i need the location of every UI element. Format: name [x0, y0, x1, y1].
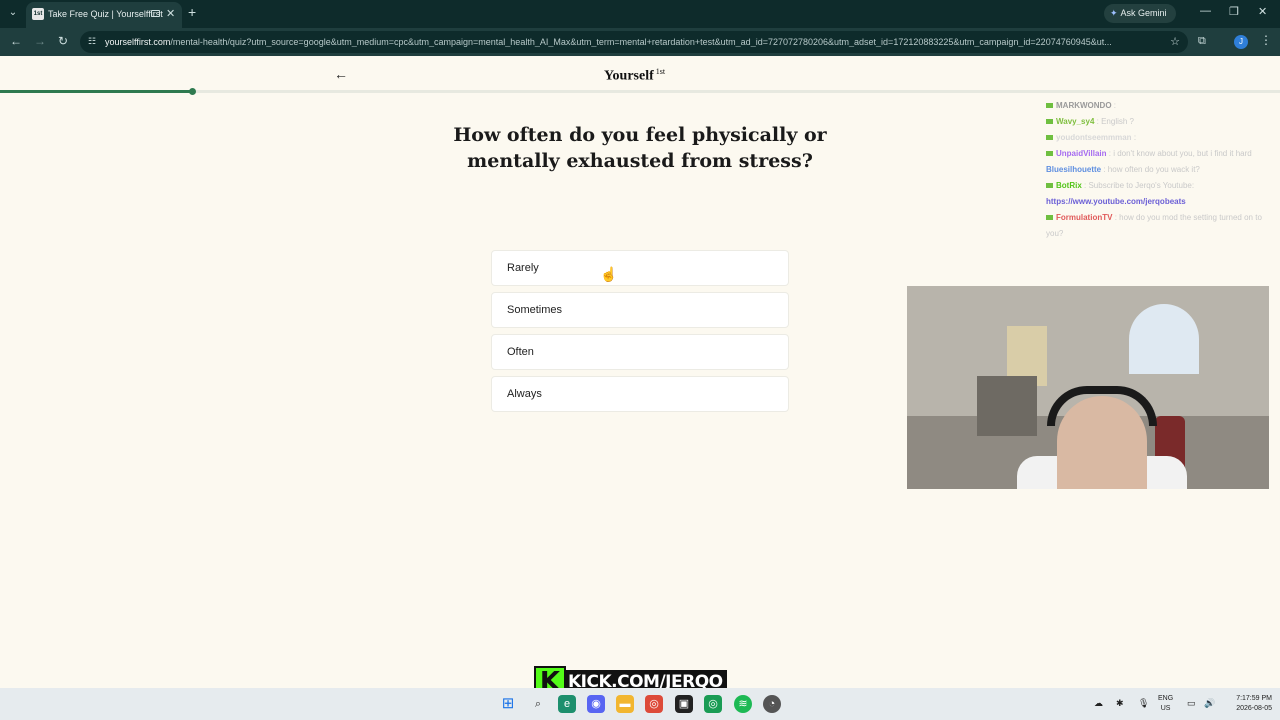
edge-icon[interactable]: e — [558, 695, 576, 713]
onedrive-icon[interactable]: ☁ — [1094, 698, 1103, 709]
chat-badge-icon — [1046, 135, 1053, 141]
volume-icon[interactable]: 🔊 — [1204, 698, 1215, 709]
option-sometimes[interactable]: Sometimes — [491, 292, 789, 328]
tray-app-icon[interactable]: ✱ — [1116, 698, 1124, 709]
chrome-icon[interactable]: ◎ — [645, 695, 663, 713]
language-indicator[interactable]: ENG US — [1158, 694, 1173, 714]
window-close-icon[interactable]: ✕ — [1258, 5, 1267, 18]
forward-icon[interactable]: → — [34, 34, 46, 48]
discord-icon[interactable]: ◉ — [587, 695, 605, 713]
chat-link: https://www.youtube.com/jerqobeats — [1046, 197, 1186, 206]
hand-cursor-icon: ☝ — [600, 266, 618, 282]
minimize-icon[interactable]: — — [1200, 5, 1211, 17]
reload-icon[interactable]: ↻ — [58, 34, 68, 48]
menu-kebab-icon[interactable]: ⋮ — [1260, 33, 1272, 47]
stream-chat-overlay: MARKWONDO : Wavy_sy4 : English ? youdont… — [1046, 98, 1280, 242]
webcam-window — [1129, 304, 1199, 374]
search-icon[interactable]: ⌕ — [529, 695, 547, 713]
windows-taskbar: ⊞ ⌕ e ◉ ▬ ◎ ▣ ◎ ≋ ◔ ☁ ✱ 🎙 ENG US ▭ 🔊 7:17… — [0, 688, 1280, 720]
progress-indicator — [189, 88, 196, 95]
microphone-icon[interactable]: 🎙 — [1138, 698, 1149, 709]
extensions-icon[interactable]: ⧉ — [1198, 35, 1206, 48]
tab-title: Take Free Quiz | Yourselffirst — [48, 9, 163, 19]
browser-toolbar: ← → ↻ ☷ yourselffirst.com/mental-health/… — [0, 28, 1280, 56]
option-often[interactable]: Often — [491, 334, 789, 370]
chat-message: Wavy_sy4 : English ? — [1046, 114, 1280, 130]
chat-badge-icon — [1046, 215, 1053, 221]
chat-badge-icon — [1046, 103, 1053, 109]
chat-message: UnpaidVillain : i don't know about you, … — [1046, 146, 1280, 162]
chat-message: MARKWONDO : — [1046, 98, 1280, 114]
gemini-icon: ✦ — [1110, 8, 1118, 18]
voicemod-icon[interactable]: ▣ — [675, 695, 693, 713]
browser-tabbar: ⌄ 1st Take Free Quiz | Yourselffirst ✕ +… — [0, 0, 1280, 28]
progress-fill — [0, 90, 192, 93]
chat-badge-icon — [1046, 183, 1053, 189]
bookmark-star-icon[interactable]: ☆ — [1170, 35, 1180, 48]
tab-active[interactable]: 1st Take Free Quiz | Yourselffirst ✕ — [26, 2, 182, 28]
tab-close-icon[interactable]: ✕ — [166, 7, 175, 20]
chat-message: FormulationTV : how do you mod the setti… — [1046, 210, 1280, 226]
restore-icon[interactable]: ❐ — [1229, 5, 1239, 18]
webcam-stairs — [977, 376, 1037, 436]
chat-message: BotRix : Subscribe to Jerqo's Youtube: — [1046, 178, 1280, 194]
site-info-icon[interactable]: ☷ — [88, 36, 96, 47]
answer-options: Rarely Sometimes Often Always — [491, 250, 789, 418]
chat-message: youdontseemmman : — [1046, 130, 1280, 146]
chrome-profile-icon[interactable]: ◎ — [704, 695, 722, 713]
spotify-icon[interactable]: ≋ — [734, 695, 752, 713]
network-icon[interactable]: ▭ — [1187, 698, 1196, 709]
site-favicon-icon: 1st — [32, 8, 44, 20]
chat-badge-icon — [1046, 119, 1053, 125]
windows-start-icon[interactable]: ⊞ — [499, 695, 517, 713]
option-always[interactable]: Always — [491, 376, 789, 412]
ask-gemini-button[interactable]: ✦ Ask Gemini — [1104, 4, 1176, 23]
address-bar[interactable]: ☷ yourselffirst.com/mental-health/quiz?u… — [80, 31, 1188, 53]
back-icon[interactable]: ← — [10, 34, 22, 48]
tab-search-icon[interactable]: ⌄ — [4, 4, 22, 22]
chat-message-continued: you? — [1046, 229, 1064, 238]
option-rarely[interactable]: Rarely — [491, 250, 789, 286]
obs-icon[interactable]: ◔ — [763, 695, 781, 713]
url-text[interactable]: yourselffirst.com/mental-health/quiz?utm… — [105, 37, 1155, 47]
question-heading: How often do you feel physically or ment… — [453, 124, 827, 172]
chat-badge-icon — [1046, 151, 1053, 157]
profile-avatar[interactable]: J — [1234, 35, 1248, 49]
webcam-overlay — [907, 286, 1269, 489]
tab-cast-icon[interactable] — [151, 10, 160, 17]
site-logo[interactable]: Yourself 1st — [604, 67, 665, 85]
chat-message: Bluesilhouette : how often do you wack i… — [1046, 165, 1200, 174]
file-explorer-icon[interactable]: ▬ — [616, 695, 634, 713]
new-tab-icon[interactable]: + — [188, 4, 196, 20]
taskbar-clock[interactable]: 7:17:59 PM 2026-08-05 — [1222, 694, 1272, 714]
quiz-back-icon[interactable]: ← — [334, 66, 348, 82]
